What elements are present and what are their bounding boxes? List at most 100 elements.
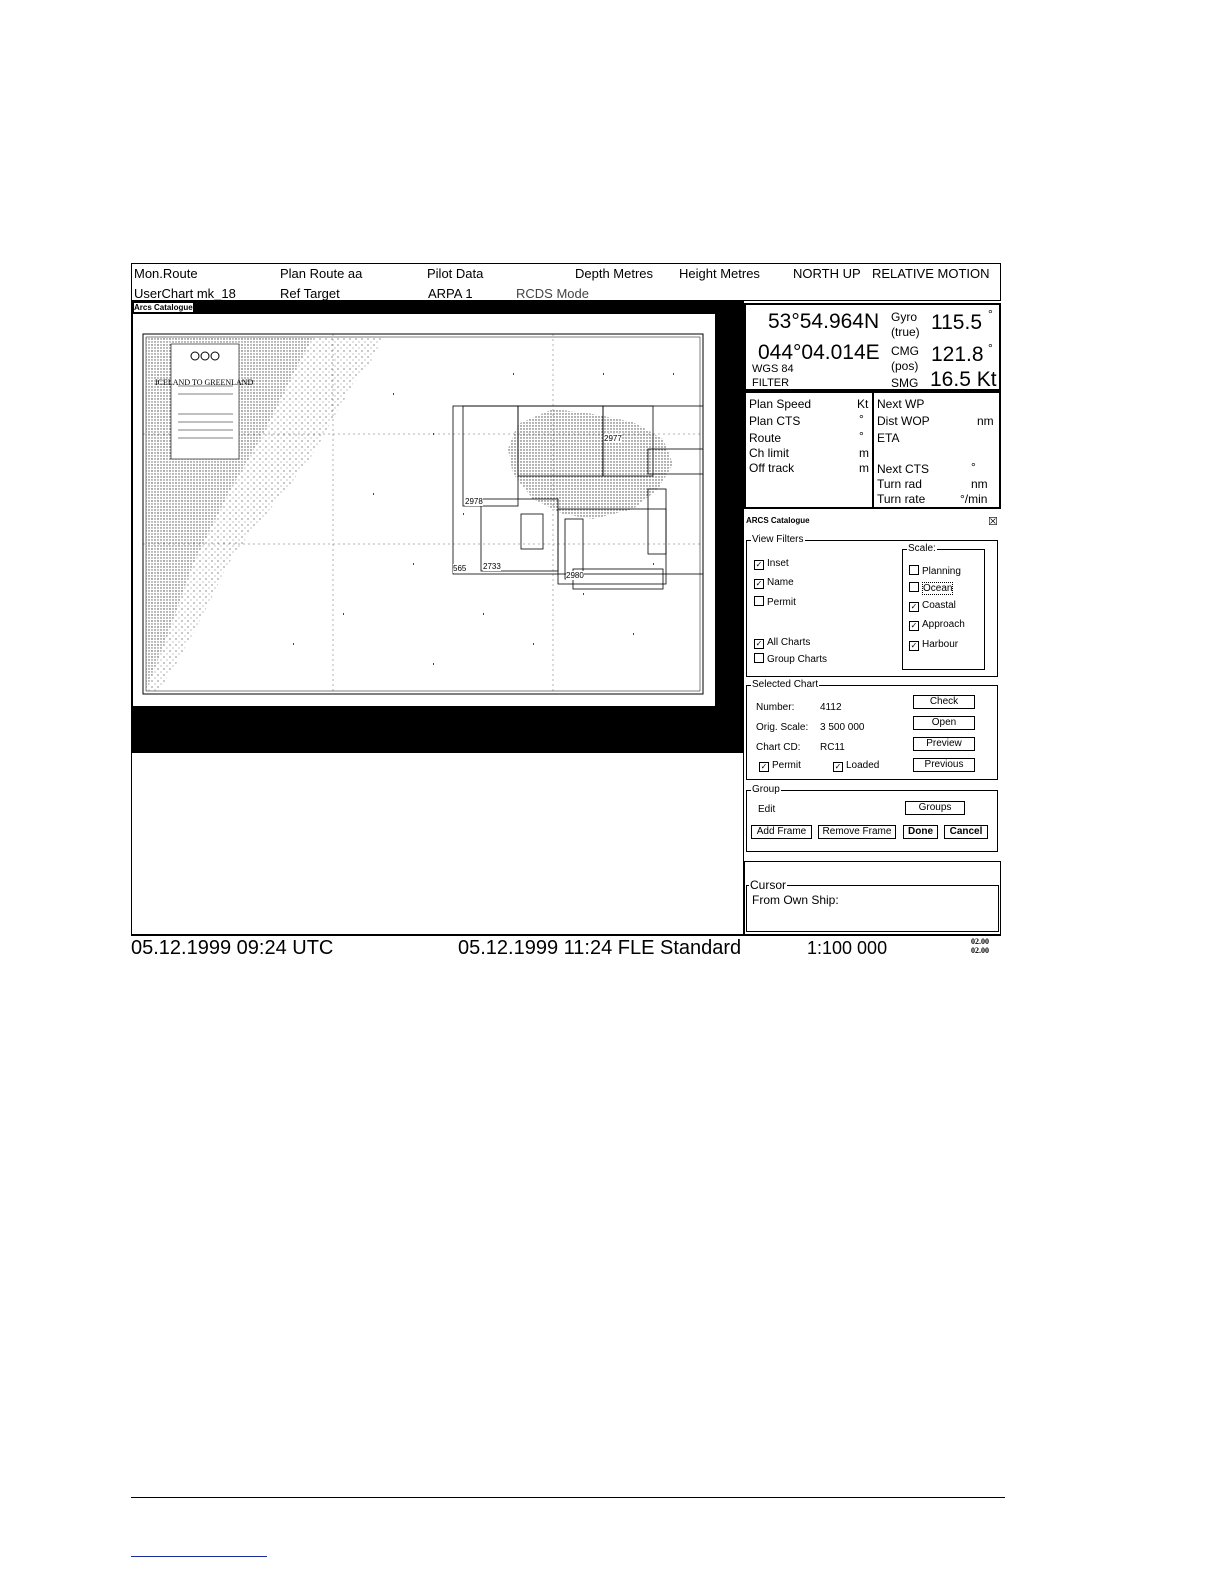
version-code: 02.00 xyxy=(971,946,989,955)
turn-rad-label: Turn rad xyxy=(877,477,922,491)
name-label: Name xyxy=(767,577,794,588)
cmg-label: CMG xyxy=(891,344,919,358)
harbour-label: Harbour xyxy=(922,639,959,650)
scale-group: Scale: Planning Ocean ✓ Coastal ✓ Approach… xyxy=(902,543,985,670)
check-mark-icon: ✓ xyxy=(754,579,764,589)
view-filters-label: View Filters xyxy=(751,534,805,545)
done-button[interactable]: Done xyxy=(903,825,938,839)
chart-map[interactable]: ICELAND TO GREENLAND 565 2733 2978 2980 … xyxy=(133,314,715,706)
name-checkbox[interactable]: ✓ Name xyxy=(754,577,794,589)
catalogue-title: ARCS Catalogue xyxy=(746,516,810,525)
gyro-sub-label: (true) xyxy=(891,325,920,339)
chart-frame-label[interactable]: 565 xyxy=(453,564,467,573)
route-panel-divider xyxy=(872,393,874,509)
info-area xyxy=(131,753,744,935)
orig-scale-label: Orig. Scale: xyxy=(756,722,809,733)
route-info-panel: Plan Speed Kt Plan CTS ° Route ° Ch limi… xyxy=(744,391,1001,509)
version-code: 02.00 xyxy=(971,937,989,946)
permit-checkbox[interactable]: Permit xyxy=(754,596,796,608)
planning-checkbox[interactable]: Planning xyxy=(909,565,961,577)
group-group: Group Edit Groups Add Frame Remove Frame… xyxy=(746,784,998,852)
selected-chart-label: Selected Chart xyxy=(751,679,820,690)
check-mark-icon: ✓ xyxy=(754,639,764,649)
remove-frame-button[interactable]: Remove Frame xyxy=(818,825,896,839)
dist-wop-unit: nm xyxy=(977,414,994,428)
harbour-checkbox[interactable]: ✓ Harbour xyxy=(909,639,958,651)
next-cts-unit: ° xyxy=(971,460,976,474)
chart-frame-label[interactable]: 2977 xyxy=(604,434,622,443)
check-mark-icon: ✓ xyxy=(833,762,843,772)
pilot-data-button[interactable]: Pilot Data xyxy=(427,266,483,281)
rcds-mode-button[interactable]: RCDS Mode xyxy=(516,286,589,301)
group-charts-checkbox[interactable]: Group Charts xyxy=(754,653,827,665)
chart-frame-label[interactable]: 2980 xyxy=(566,571,584,580)
ecdis-screen: Mon.Route Plan Route aa Pilot Data Depth… xyxy=(131,263,1001,959)
selected-permit-checkbox[interactable]: ✓ Permit xyxy=(759,760,801,772)
check-button[interactable]: Check xyxy=(913,695,975,709)
userchart-button[interactable]: UserChart mk_18 xyxy=(134,286,236,301)
orientation-button[interactable]: NORTH UP xyxy=(793,266,861,281)
selected-chart-group: Selected Chart Number: 4112 Orig. Scale:… xyxy=(746,679,998,780)
inset-checkbox[interactable]: ✓ Inset xyxy=(754,558,789,570)
chart-frame-label[interactable]: 2733 xyxy=(483,562,501,571)
loaded-checkbox[interactable]: ✓ Loaded xyxy=(833,760,879,772)
close-icon[interactable]: ☒ xyxy=(988,515,998,528)
depth-units-button[interactable]: Depth Metres xyxy=(575,266,653,281)
degree-symbol: ° xyxy=(988,341,993,355)
height-units-button[interactable]: Height Metres xyxy=(679,266,760,281)
ocean-label: Ocean xyxy=(922,582,954,595)
route-label: Route xyxy=(749,431,782,445)
turn-rate-label: Turn rate xyxy=(877,492,926,506)
check-mark-icon: ✓ xyxy=(909,602,919,612)
groups-button[interactable]: Groups xyxy=(905,801,965,815)
position-panel: 53°54.964N 044°04.014E WGS 84 FILTER Gyr… xyxy=(744,303,1001,391)
all-charts-label: All Charts xyxy=(767,637,811,648)
filter-label: FILTER xyxy=(752,377,790,389)
gyro-label: Gyro xyxy=(891,310,918,324)
chart-frame-label[interactable]: 2978 xyxy=(465,497,483,506)
local-time: 05.12.1999 11:24 FLE Standard xyxy=(458,937,742,959)
all-charts-checkbox[interactable]: ✓ All Charts xyxy=(754,637,810,649)
off-track-unit: m xyxy=(859,461,869,475)
coastal-checkbox[interactable]: ✓ Coastal xyxy=(909,600,956,612)
eta-label: ETA xyxy=(877,431,900,445)
ref-target-button[interactable]: Ref Target xyxy=(280,286,340,301)
off-track-label: Off track xyxy=(749,461,795,475)
permit-label: Permit xyxy=(767,597,796,608)
ch-limit-unit: m xyxy=(859,446,869,460)
arpa-button[interactable]: ARPA 1 xyxy=(428,286,473,301)
cmg-value: 121.8 xyxy=(931,343,984,366)
plan-route-button[interactable]: Plan Route aa xyxy=(280,266,362,281)
previous-button[interactable]: Previous xyxy=(913,758,975,772)
chart-cd-label: Chart CD: xyxy=(756,742,801,753)
check-mark-icon: ✓ xyxy=(909,641,919,651)
smg-value: 16.5 Kt xyxy=(930,368,997,391)
approach-label: Approach xyxy=(922,619,965,630)
orig-scale-value: 3 500 000 xyxy=(820,722,865,733)
cursor-panel: Cursor From Own Ship: xyxy=(744,861,1001,935)
dist-wop-label: Dist WOP xyxy=(877,414,930,428)
preview-button[interactable]: Preview xyxy=(913,737,975,751)
planning-label: Planning xyxy=(922,566,961,577)
degree-symbol: ° xyxy=(988,307,993,321)
add-frame-button[interactable]: Add Frame xyxy=(751,825,812,839)
mon-route-button[interactable]: Mon.Route xyxy=(134,266,198,281)
coastal-label: Coastal xyxy=(922,600,956,611)
cursor-label: Cursor xyxy=(749,878,788,892)
cancel-button[interactable]: Cancel xyxy=(944,825,988,839)
chart-map-title: ICELAND TO GREENLAND xyxy=(155,378,254,387)
chart-scale: 1:100 000 xyxy=(807,938,888,958)
chart-map-graphic xyxy=(133,314,715,706)
motion-mode-button[interactable]: RELATIVE MOTION xyxy=(872,266,990,281)
open-button[interactable]: Open xyxy=(913,716,975,730)
number-label: Number: xyxy=(756,702,795,713)
plan-speed-label: Plan Speed xyxy=(749,397,812,411)
bottom-status-bar: 05.12.1999 09:24 UTC 05.12.1999 11:24 FL… xyxy=(131,935,1001,959)
latitude-value: 53°54.964N xyxy=(768,310,880,333)
approach-checkbox[interactable]: ✓ Approach xyxy=(909,619,965,631)
ocean-checkbox[interactable]: Ocean xyxy=(909,582,954,595)
utc-time: 05.12.1999 09:24 UTC xyxy=(131,937,334,959)
chart-window[interactable]: ICELAND TO GREENLAND 565 2733 2978 2980 … xyxy=(131,301,744,753)
footer-link-underline xyxy=(131,1556,267,1557)
longitude-value: 044°04.014E xyxy=(758,341,880,364)
